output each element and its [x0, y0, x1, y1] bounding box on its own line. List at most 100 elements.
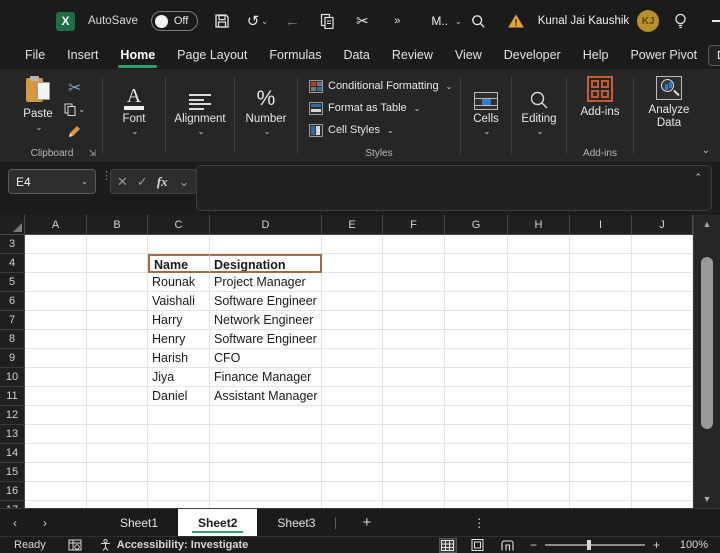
cell-F4[interactable] [383, 254, 445, 273]
cell-B9[interactable] [87, 349, 148, 368]
ribbon-tab-home[interactable]: Home [109, 44, 166, 68]
copy-button-ribbon[interactable]: ⌄ [62, 100, 88, 119]
cell-F15[interactable] [383, 463, 445, 482]
row-header-7[interactable]: 7 [0, 311, 25, 330]
cell-I3[interactable] [570, 235, 632, 254]
cell-A3[interactable] [25, 235, 87, 254]
cell-J7[interactable] [632, 311, 693, 330]
cell-F3[interactable] [383, 235, 445, 254]
cell-F14[interactable] [383, 444, 445, 463]
cell-E5[interactable] [322, 273, 383, 292]
column-header-C[interactable]: C [148, 215, 210, 235]
cell-J14[interactable] [632, 444, 693, 463]
cut-button[interactable]: ✂ [351, 8, 373, 34]
cell-B15[interactable] [87, 463, 148, 482]
conditional-formatting-button[interactable]: Conditional Formatting⌄ [306, 75, 455, 97]
ribbon-tab-insert[interactable]: Insert [56, 44, 109, 68]
row-header-9[interactable]: 9 [0, 349, 25, 368]
cell-J10[interactable] [632, 368, 693, 387]
cell-F5[interactable] [383, 273, 445, 292]
cell-D11[interactable]: Assistant Manager [210, 387, 322, 406]
ribbon-tab-page-layout[interactable]: Page Layout [166, 44, 258, 68]
cell-C11[interactable]: Daniel [148, 387, 210, 406]
row-header-12[interactable]: 12 [0, 406, 25, 425]
ribbon-tab-formulas[interactable]: Formulas [258, 44, 332, 68]
addins-button[interactable]: Add-ins [574, 71, 627, 119]
cell-F11[interactable] [383, 387, 445, 406]
undo-button[interactable]: ↺⌄ [246, 8, 268, 34]
cell-D8[interactable]: Software Engineer [210, 330, 322, 349]
normal-view-button[interactable] [440, 539, 456, 552]
zoom-slider[interactable] [545, 544, 645, 546]
search-button[interactable] [462, 0, 496, 42]
next-sheet-arrow[interactable]: › [30, 516, 60, 530]
cell-C12[interactable] [148, 406, 210, 425]
cell-A12[interactable] [25, 406, 87, 425]
cell-A9[interactable] [25, 349, 87, 368]
cell-G10[interactable] [445, 368, 508, 387]
cell-J5[interactable] [632, 273, 693, 292]
cell-H14[interactable] [508, 444, 570, 463]
cell-G8[interactable] [445, 330, 508, 349]
cell-D13[interactable] [210, 425, 322, 444]
cell-F10[interactable] [383, 368, 445, 387]
clipboard-dialog-launcher[interactable]: ⇲ [88, 148, 96, 159]
cell-F6[interactable] [383, 292, 445, 311]
cell-G5[interactable] [445, 273, 508, 292]
cell-E12[interactable] [322, 406, 383, 425]
cell-H4[interactable] [508, 254, 570, 273]
column-header-D[interactable]: D [210, 215, 322, 235]
cell-A7[interactable] [25, 311, 87, 330]
comments-button[interactable] [708, 45, 720, 66]
cell-I4[interactable] [570, 254, 632, 273]
cell-C7[interactable]: Harry [148, 311, 210, 330]
cell-J15[interactable] [632, 463, 693, 482]
cell-H17[interactable] [508, 501, 570, 508]
cell-I14[interactable] [570, 444, 632, 463]
cell-J17[interactable] [632, 501, 693, 508]
cell-G16[interactable] [445, 482, 508, 501]
cell-E13[interactable] [322, 425, 383, 444]
vertical-scrollbar[interactable]: ▲ ▼ [693, 215, 720, 508]
cell-H5[interactable] [508, 273, 570, 292]
cell-I13[interactable] [570, 425, 632, 444]
row-header-6[interactable]: 6 [0, 292, 25, 311]
cell-B10[interactable] [87, 368, 148, 387]
cell-A14[interactable] [25, 444, 87, 463]
cell-G12[interactable] [445, 406, 508, 425]
zoom-slider-thumb[interactable] [587, 540, 591, 550]
row-header-3[interactable]: 3 [0, 235, 25, 254]
cell-A17[interactable] [25, 501, 87, 508]
column-header-B[interactable]: B [87, 215, 148, 235]
ribbon-tab-data[interactable]: Data [332, 44, 380, 68]
cell-G17[interactable] [445, 501, 508, 508]
row-header-10[interactable]: 10 [0, 368, 25, 387]
cell-B12[interactable] [87, 406, 148, 425]
cell-F7[interactable] [383, 311, 445, 330]
cell-H8[interactable] [508, 330, 570, 349]
row-header-14[interactable]: 14 [0, 444, 25, 463]
row-header-11[interactable]: 11 [0, 387, 25, 406]
cell-E10[interactable] [322, 368, 383, 387]
cell-I9[interactable] [570, 349, 632, 368]
row-header-5[interactable]: 5 [0, 273, 25, 292]
ribbon-tab-developer[interactable]: Developer [493, 44, 572, 68]
cell-D6[interactable]: Software Engineer [210, 292, 322, 311]
cell-A6[interactable] [25, 292, 87, 311]
formula-input[interactable]: ⌃ [196, 165, 712, 211]
cell-E3[interactable] [322, 235, 383, 254]
row-header-13[interactable]: 13 [0, 425, 25, 444]
new-sheet-button[interactable]: + [362, 514, 371, 531]
cell-A13[interactable] [25, 425, 87, 444]
cell-I6[interactable] [570, 292, 632, 311]
cell-I12[interactable] [570, 406, 632, 425]
cell-D16[interactable] [210, 482, 322, 501]
cell-A15[interactable] [25, 463, 87, 482]
cell-D14[interactable] [210, 444, 322, 463]
cell-H15[interactable] [508, 463, 570, 482]
row-header-4[interactable]: 4 [0, 254, 25, 273]
column-header-E[interactable]: E [322, 215, 383, 235]
cell-E7[interactable] [322, 311, 383, 330]
cell-C10[interactable]: Jiya [148, 368, 210, 387]
cell-J12[interactable] [632, 406, 693, 425]
